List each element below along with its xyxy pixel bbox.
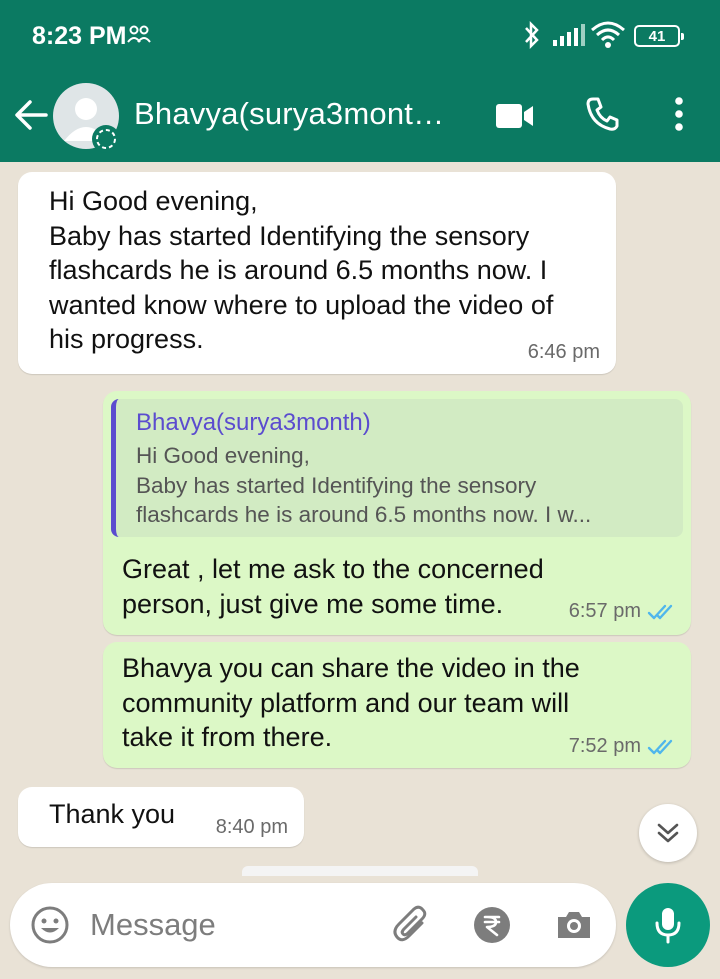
message-time: 6:57 pm (569, 600, 677, 623)
status-time: 8:23 PM (32, 22, 127, 50)
emoji-icon[interactable] (30, 905, 70, 945)
message-text: Thank you (49, 799, 176, 829)
chat-area[interactable]: Hi Good evening, Baby has started Identi… (0, 162, 720, 979)
outgoing-message[interactable]: Bhavya you can share the video in the co… (103, 642, 691, 768)
voice-record-button[interactable] (626, 883, 710, 967)
back-arrow-icon[interactable] (12, 98, 50, 132)
contact-name[interactable]: Bhavya(surya3mont… (134, 96, 474, 132)
status-ring-icon (92, 125, 120, 153)
video-call-icon[interactable] (496, 102, 534, 130)
read-ticks-icon (647, 604, 673, 619)
message-time: 8:40 pm (215, 816, 288, 838)
message-time: 7:52 pm (569, 735, 677, 758)
double-chevron-down-icon (657, 823, 679, 843)
top-bar: 8:23 PM 41 Bhavya(surya3mont… (0, 0, 720, 162)
quote-author: Bhavya(surya3month) (136, 409, 371, 436)
scroll-to-bottom-button[interactable] (639, 804, 697, 862)
more-options-icon[interactable] (670, 96, 688, 132)
camera-icon[interactable] (554, 905, 594, 945)
quoted-message[interactable]: Bhavya(surya3month) Hi Good evening, Bab… (111, 399, 683, 537)
message-text: Hi Good evening, Baby has started Identi… (49, 186, 554, 354)
message-composer[interactable]: Message (10, 883, 616, 967)
payment-rupee-icon[interactable] (472, 905, 512, 945)
date-divider (242, 866, 478, 876)
attach-icon[interactable] (392, 905, 432, 945)
microphone-icon (655, 908, 681, 944)
signal-icon (553, 24, 585, 46)
battery-indicator: 41 (634, 25, 684, 47)
incoming-message[interactable]: Hi Good evening, Baby has started Identi… (18, 172, 616, 374)
chat-header[interactable]: Bhavya(surya3mont… (0, 74, 720, 162)
message-text: Great , let me ask to the concerned pers… (122, 554, 544, 619)
quote-text: Hi Good evening, Baby has started Identi… (136, 443, 592, 527)
voice-call-icon[interactable] (585, 96, 619, 132)
message-time: 6:46 pm (527, 341, 600, 363)
status-bar: 8:23 PM 41 (0, 0, 720, 74)
outgoing-message[interactable]: Bhavya(surya3month) Hi Good evening, Bab… (103, 391, 691, 635)
bluetooth-icon (525, 20, 539, 50)
people-icon (127, 25, 151, 43)
message-input[interactable]: Message (90, 907, 216, 943)
wifi-icon (591, 21, 625, 48)
read-ticks-icon (647, 739, 673, 754)
incoming-message[interactable]: Thank you 8:40 pm (18, 787, 304, 847)
